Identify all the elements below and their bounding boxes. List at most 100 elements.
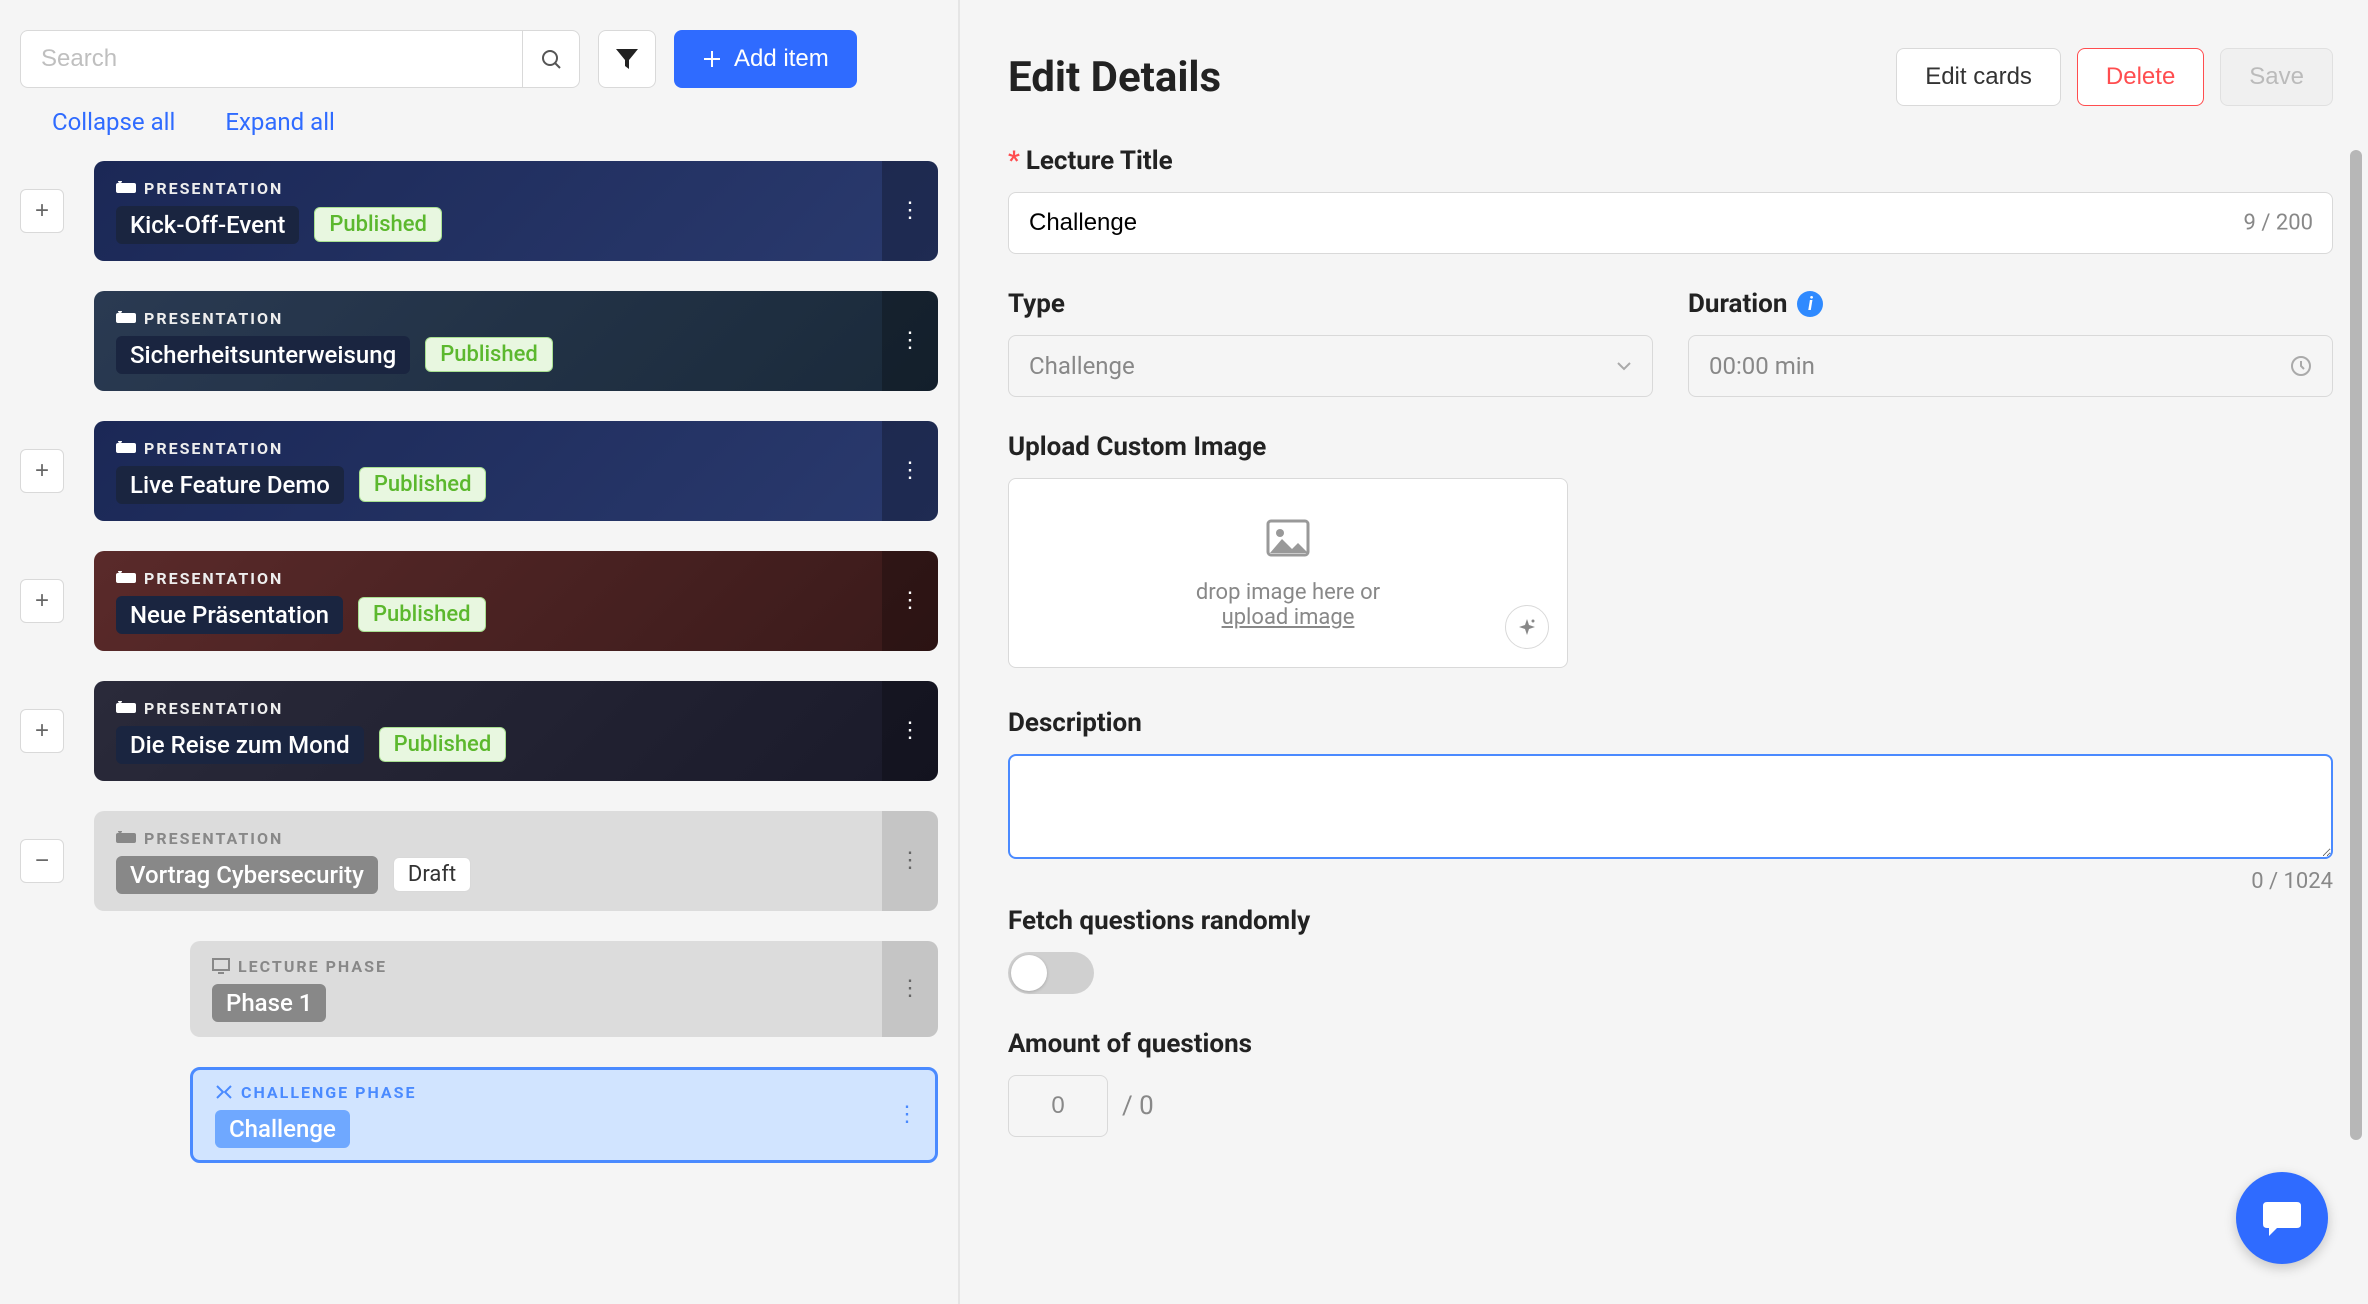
fetch-random-label: Fetch questions randomly — [1008, 906, 2333, 936]
card-menu-button[interactable]: ⋮ — [882, 291, 938, 391]
card-title: Sicherheitsunterweisung — [116, 336, 410, 374]
sparkle-icon — [1517, 617, 1537, 637]
upload-label: Upload Custom Image — [1008, 432, 2333, 462]
presentation-icon — [116, 571, 136, 585]
clock-icon — [2290, 355, 2312, 377]
more-icon: ⋮ — [896, 1104, 918, 1126]
challenge-icon — [215, 1084, 233, 1100]
status-badge: Published — [425, 337, 553, 372]
toggle-knob — [1011, 955, 1047, 991]
add-item-label: Add item — [734, 45, 829, 73]
presentation-card[interactable]: PRESENTATION Die Reise zum Mond Publishe… — [94, 681, 938, 781]
duration-label: Duration i — [1688, 289, 2333, 319]
plus-icon — [702, 49, 722, 69]
tree-expand-button[interactable]: + — [20, 579, 64, 623]
add-item-button[interactable]: Add item — [674, 30, 857, 88]
status-badge: Published — [358, 597, 486, 632]
card-menu-button[interactable]: ⋮ — [882, 811, 938, 911]
status-badge: Published — [314, 207, 442, 242]
tree-expand-button[interactable]: + — [20, 709, 64, 753]
search-input[interactable] — [20, 30, 522, 88]
description-textarea[interactable] — [1008, 754, 2333, 859]
more-icon: ⋮ — [899, 978, 921, 1000]
chevron-down-icon — [1616, 361, 1632, 371]
search-icon — [539, 47, 563, 71]
card-title: Neue Präsentation — [116, 596, 343, 634]
card-title: Kick-Off-Event — [116, 206, 299, 244]
card-menu-button[interactable]: ⋮ — [882, 681, 938, 781]
image-icon — [1266, 516, 1310, 568]
edit-cards-button[interactable]: Edit cards — [1896, 48, 2061, 106]
more-icon: ⋮ — [899, 850, 921, 872]
info-icon[interactable]: i — [1797, 291, 1823, 317]
status-badge: Published — [359, 467, 487, 502]
challenge-phase-card-selected[interactable]: CHALLENGE PHASE Challenge ⋮ — [190, 1067, 938, 1163]
type-select[interactable]: Challenge — [1008, 335, 1653, 397]
type-value: Challenge — [1029, 352, 1135, 380]
more-icon: ⋮ — [899, 460, 921, 482]
card-title: Challenge — [215, 1110, 350, 1148]
presentation-card[interactable]: PRESENTATION Vortrag Cybersecurity Draft… — [94, 811, 938, 911]
card-title: Live Feature Demo — [116, 466, 344, 504]
search-button[interactable] — [522, 30, 580, 88]
presentation-icon — [116, 701, 136, 715]
description-label: Description — [1008, 708, 2333, 738]
card-type-label: PRESENTATION — [144, 439, 283, 458]
upload-text: drop image here or — [1196, 580, 1380, 605]
tree-expand-button[interactable]: + — [20, 189, 64, 233]
card-menu-button[interactable]: ⋮ — [882, 941, 938, 1037]
lecture-icon — [212, 958, 230, 974]
card-menu-button[interactable]: ⋮ — [882, 161, 938, 261]
amount-input[interactable] — [1008, 1075, 1108, 1137]
card-type-label: CHALLENGE PHASE — [241, 1083, 417, 1102]
card-type-label: PRESENTATION — [144, 829, 283, 848]
lecture-phase-card[interactable]: LECTURE PHASE Phase 1 ⋮ — [190, 941, 938, 1037]
type-label: Type — [1008, 289, 1653, 319]
tree-collapse-button[interactable]: − — [20, 839, 64, 883]
collapse-all-link[interactable]: Collapse all — [52, 108, 175, 136]
upload-dropzone[interactable]: drop image here or upload image — [1008, 478, 1568, 668]
status-badge: Published — [379, 727, 507, 762]
more-icon: ⋮ — [899, 590, 921, 612]
presentation-card[interactable]: PRESENTATION Kick-Off-Event Published ⋮ — [94, 161, 938, 261]
presentation-card[interactable]: PRESENTATION Sicherheitsunterweisung Pub… — [94, 291, 938, 391]
card-type-label: PRESENTATION — [144, 699, 283, 718]
lecture-title-label: *Lecture Title — [1008, 146, 2333, 176]
card-title: Phase 1 — [212, 984, 326, 1022]
page-title: Edit Details — [1008, 53, 1221, 102]
presentation-card[interactable]: PRESENTATION Neue Präsentation Published… — [94, 551, 938, 651]
presentation-icon — [116, 181, 136, 195]
more-icon: ⋮ — [899, 720, 921, 742]
duration-input[interactable]: 00:00 min — [1688, 335, 2333, 397]
delete-button[interactable]: Delete — [2077, 48, 2204, 106]
card-type-label: PRESENTATION — [144, 179, 283, 198]
presentation-card[interactable]: PRESENTATION Live Feature Demo Published… — [94, 421, 938, 521]
tree-expand-button[interactable]: + — [20, 449, 64, 493]
save-button: Save — [2220, 48, 2333, 106]
card-menu-button[interactable]: ⋮ — [879, 1070, 935, 1160]
duration-placeholder: 00:00 min — [1709, 352, 1815, 380]
chat-fab-button[interactable] — [2236, 1172, 2328, 1264]
expand-all-link[interactable]: Expand all — [225, 108, 335, 136]
fetch-random-toggle[interactable] — [1008, 952, 1094, 994]
card-title: Die Reise zum Mond — [116, 726, 364, 764]
scrollbar[interactable] — [2350, 150, 2362, 1140]
filter-button[interactable] — [598, 30, 656, 88]
more-icon: ⋮ — [899, 200, 921, 222]
card-menu-button[interactable]: ⋮ — [882, 551, 938, 651]
card-type-label: PRESENTATION — [144, 309, 283, 328]
char-count: 9 / 200 — [2244, 211, 2313, 236]
upload-link[interactable]: upload image — [1222, 605, 1355, 630]
more-icon: ⋮ — [899, 330, 921, 352]
presentation-icon — [116, 311, 136, 325]
filter-icon — [615, 48, 639, 70]
chat-icon — [2261, 1198, 2303, 1238]
ai-generate-button[interactable] — [1505, 605, 1549, 649]
presentation-icon — [116, 831, 136, 845]
card-title: Vortrag Cybersecurity — [116, 856, 378, 894]
lecture-title-input[interactable] — [1008, 192, 2333, 254]
card-menu-button[interactable]: ⋮ — [882, 421, 938, 521]
status-badge: Draft — [393, 857, 471, 892]
card-type-label: LECTURE PHASE — [238, 957, 387, 976]
description-count: 0 / 1024 — [1008, 869, 2333, 894]
